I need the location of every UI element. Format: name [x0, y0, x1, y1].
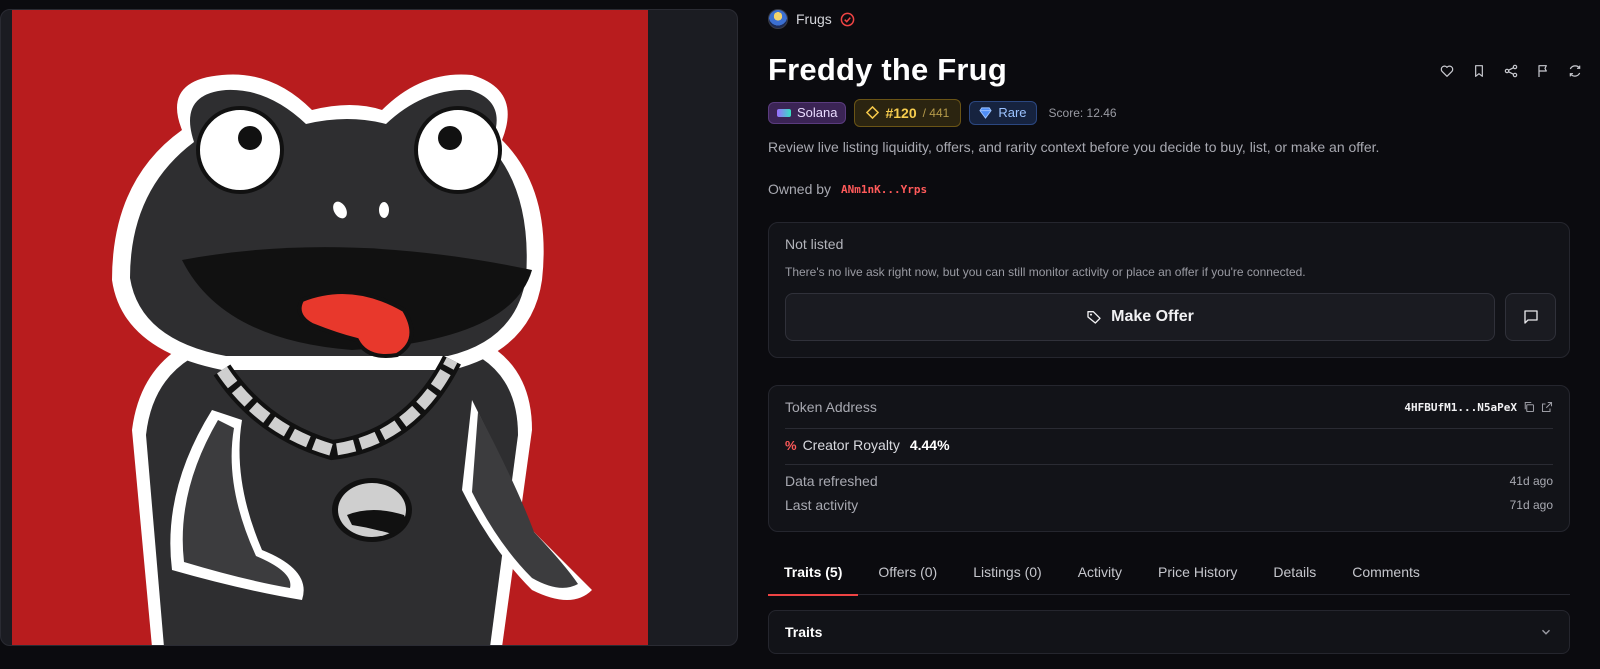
- frog-artwork: [12, 10, 648, 645]
- nft-description: Review live listing liquidity, offers, a…: [768, 139, 1380, 155]
- tab-details[interactable]: Details: [1257, 548, 1332, 595]
- rank-number: #120: [885, 104, 917, 121]
- royalty-label: Creator Royalty: [802, 437, 900, 453]
- token-address-value: 4HFBUfM1...N5aPeX: [1404, 400, 1517, 414]
- data-refreshed-label: Data refreshed: [785, 473, 878, 489]
- last-activity-row: Last activity 71d ago: [785, 494, 1553, 516]
- last-activity-value: 71d ago: [1509, 498, 1553, 512]
- listing-status: Not listed: [785, 236, 844, 252]
- share-button[interactable]: [1500, 60, 1522, 82]
- royalty-row: % Creator Royalty 4.44%: [785, 434, 1553, 456]
- diamond-outline-icon: [866, 106, 880, 119]
- solana-icon: [777, 108, 791, 117]
- verified-check-icon: [840, 12, 855, 26]
- collection-avatar-icon: [768, 9, 788, 29]
- last-activity-label: Last activity: [785, 497, 859, 513]
- owner-row: Owned by ANm1nK...Yrps: [768, 181, 927, 197]
- favorite-button[interactable]: [1436, 60, 1458, 82]
- flag-icon: [1538, 65, 1547, 77]
- nft-detail-panel: Frugs Freddy the Frug Solana #120 / 441 …: [768, 0, 1586, 669]
- rarity-badge: Rare: [969, 100, 1037, 125]
- refresh-button[interactable]: [1564, 60, 1586, 82]
- nft-detail-page: Frugs Freddy the Frug Solana #120 / 441 …: [0, 0, 1600, 669]
- listing-card: Not listed There's no live ask right now…: [768, 222, 1570, 358]
- share-icon: [1504, 64, 1518, 78]
- owner-address-link[interactable]: ANm1nK...Yrps: [841, 183, 927, 196]
- token-info-card: Token Address 4HFBUfM1...N5aPeX % Creato…: [768, 385, 1570, 532]
- token-address-row: Token Address 4HFBUfM1...N5aPeX: [785, 396, 1553, 418]
- chain-badge: Solana: [768, 101, 847, 124]
- report-button[interactable]: [1532, 60, 1554, 82]
- heart-icon: [1440, 65, 1454, 77]
- divider: [785, 464, 1553, 465]
- percent-icon: %: [785, 437, 797, 453]
- collection-name[interactable]: Frugs: [796, 11, 832, 27]
- tab-listings[interactable]: Listings (0): [957, 548, 1057, 595]
- rarity-score: Score: 12.46: [1048, 105, 1117, 120]
- nft-badges: Solana #120 / 441 Rare Score: 12.46: [768, 98, 1117, 127]
- tab-offers[interactable]: Offers (0): [862, 548, 953, 595]
- external-link-icon[interactable]: [1541, 401, 1553, 413]
- traits-accordion[interactable]: Traits: [768, 610, 1570, 654]
- tab-price-history[interactable]: Price History: [1142, 548, 1253, 595]
- tab-activity[interactable]: Activity: [1062, 548, 1138, 595]
- detail-tabs: Traits (5) Offers (0) Listings (0) Activ…: [768, 548, 1570, 596]
- message-button[interactable]: [1505, 293, 1556, 341]
- make-offer-label: Make Offer: [1111, 308, 1194, 325]
- collection-link[interactable]: Frugs: [768, 9, 855, 29]
- nft-image[interactable]: [12, 10, 648, 645]
- listing-note: There's no live ask right now, but you c…: [785, 265, 1306, 279]
- data-refreshed-value: 41d ago: [1509, 474, 1553, 488]
- nft-media-panel: [0, 9, 738, 646]
- make-offer-button[interactable]: Make Offer: [785, 293, 1495, 341]
- token-address: 4HFBUfM1...N5aPeX: [1404, 401, 1553, 414]
- bookmark-icon: [1475, 65, 1483, 77]
- copy-icon[interactable]: [1523, 401, 1535, 413]
- royalty-value: 4.44%: [909, 437, 950, 453]
- nft-title: Freddy the Frug: [768, 52, 1007, 87]
- tab-comments[interactable]: Comments: [1336, 548, 1436, 595]
- rank-badge: #120 / 441: [854, 98, 962, 127]
- gem-icon: [979, 107, 992, 119]
- data-refreshed-row: Data refreshed 41d ago: [785, 470, 1553, 492]
- token-address-label: Token Address: [785, 399, 877, 415]
- chain-label: Solana: [797, 105, 838, 120]
- tab-traits[interactable]: Traits (5): [768, 548, 859, 596]
- message-icon: [1523, 310, 1538, 324]
- refresh-icon: [1569, 65, 1581, 77]
- bookmark-button[interactable]: [1468, 60, 1490, 82]
- divider: [785, 428, 1553, 429]
- traits-accordion-title: Traits: [785, 624, 823, 640]
- tag-icon: [1087, 311, 1101, 324]
- action-toolbar: [1436, 60, 1586, 82]
- rarity-label: Rare: [998, 105, 1027, 120]
- owner-label: Owned by: [768, 181, 832, 197]
- chevron-down-icon: [1542, 629, 1550, 635]
- rank-total: / 441: [922, 105, 950, 120]
